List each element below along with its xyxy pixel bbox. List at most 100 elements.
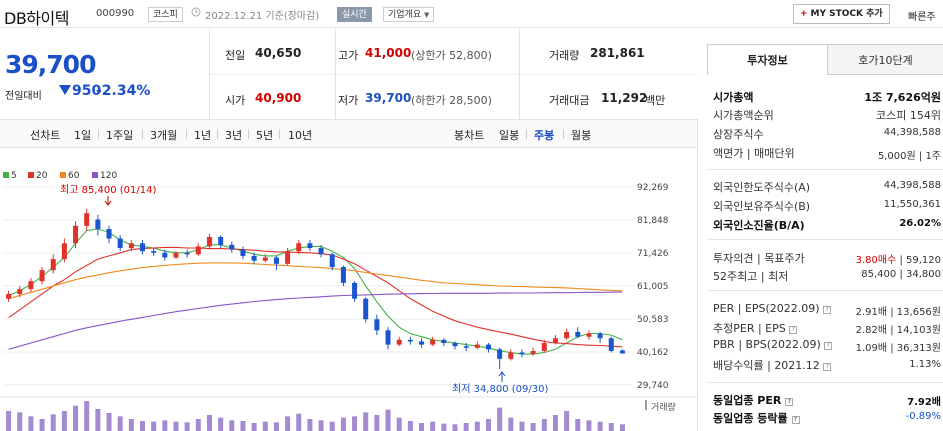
per-value: 2.91배 | 13,656원: [855, 307, 941, 318]
target-label: 목표주가: [764, 252, 805, 265]
volume-bar: [173, 421, 179, 431]
y-tick-label: 81,848: [637, 216, 669, 226]
tab-hoga[interactable]: 호가10단계: [828, 44, 943, 75]
pbr-value-text: 1.09배: [855, 343, 888, 354]
range-1d[interactable]: 1일: [74, 127, 91, 143]
tab-invest-info[interactable]: 투자정보: [707, 44, 828, 75]
candle-body: [262, 257, 268, 261]
divider: [98, 129, 99, 139]
volume-bar: [296, 413, 302, 431]
candle-body: [229, 244, 235, 250]
range-3m[interactable]: 3개월: [150, 127, 177, 143]
candle-body: [541, 343, 547, 351]
ma-line-5: [8, 228, 623, 355]
help-icon[interactable]: ?: [823, 306, 832, 314]
shares-value: 44,398,588: [883, 127, 941, 138]
per-label-text: PER: [713, 302, 735, 315]
candle-body: [195, 246, 201, 255]
price-chart[interactable]: 92,269 81,848 71,426 61,005 50,583 40,162 29,7…: [0, 148, 697, 431]
candle-body: [151, 251, 157, 253]
opinion-value: 3.80매수 | 59,120: [855, 255, 941, 266]
candle-body: [608, 338, 614, 351]
volume-bar: [374, 415, 380, 431]
range-10y[interactable]: 10년: [288, 127, 312, 143]
est-eps-label: EPS: [765, 322, 786, 335]
volume-bar: [519, 421, 525, 431]
volume-bar: [497, 407, 503, 431]
candle-body: [28, 281, 34, 290]
upper-limit: (상한가 52,800): [411, 49, 492, 62]
trade-unit-label: 매매단위: [754, 147, 795, 160]
candle-body: [73, 225, 79, 244]
help-icon[interactable]: ?: [824, 342, 833, 350]
volume-bar: [452, 424, 458, 431]
company-info-dropdown[interactable]: 기업개요 ▼: [383, 7, 435, 22]
volume-bar: [597, 421, 603, 431]
candle-body: [50, 259, 56, 271]
stock-title[interactable]: DB하이텍: [4, 5, 69, 29]
candle-body: [285, 251, 291, 264]
candle-body: [363, 298, 369, 320]
w52-value: 85,400 | 34,800: [861, 269, 941, 280]
candle-body: [564, 331, 570, 339]
volume-bar: [586, 420, 592, 431]
trade-unit-value: 1주: [925, 151, 941, 162]
per-value-text: 2.91배: [855, 307, 888, 318]
rank-value: 코스피 154위: [876, 109, 941, 122]
candle-body: [318, 248, 324, 255]
target-value: 59,120: [906, 255, 941, 266]
candle-body: [106, 229, 112, 239]
opinion-label: 투자의견 | 목표주가: [713, 252, 805, 265]
volume-value: 281,861: [590, 46, 645, 60]
dividend-label: 배당수익률 | 2021.12 ?: [713, 357, 832, 373]
range-5y[interactable]: 5년: [256, 127, 273, 143]
candle-weekly[interactable]: 주봉: [534, 127, 554, 143]
volume-bar: [273, 422, 279, 431]
add-mystock-button[interactable]: + MY STOCK 추가: [793, 4, 890, 24]
volume-label: 거래량: [549, 49, 580, 62]
volume-bar: [564, 411, 570, 431]
range-3y[interactable]: 3년: [225, 127, 242, 143]
candle-body: [396, 339, 402, 345]
volume-bar: [117, 416, 123, 431]
help-icon[interactable]: ?: [789, 326, 798, 334]
candle-body: [452, 343, 458, 347]
prev-change-label: 전일대비: [5, 91, 42, 102]
volume-bar: [17, 412, 23, 431]
volume-bar: [407, 421, 413, 431]
volume-bar: [39, 419, 45, 431]
help-icon[interactable]: ?: [791, 416, 800, 424]
volume-bar: [329, 421, 335, 431]
range-1w[interactable]: 1주일: [106, 127, 133, 143]
company-info-label: 기업개요: [388, 10, 422, 20]
volume-bar: [251, 423, 257, 431]
volume-bar: [508, 417, 514, 431]
line-chart-label: 선차트: [30, 129, 61, 142]
divider: [217, 129, 218, 139]
divider: [707, 382, 943, 383]
y-tick-label: 61,005: [637, 282, 669, 292]
y-tick-label: 92,269: [637, 183, 669, 193]
volume-bar: [128, 419, 134, 431]
foreign-hold-value: 11,550,361: [883, 199, 941, 210]
candle-body: [95, 219, 101, 230]
realtime-button[interactable]: 실시간: [337, 7, 372, 22]
help-icon[interactable]: ?: [823, 363, 832, 371]
help-icon[interactable]: ?: [785, 398, 794, 406]
divider: [279, 129, 280, 139]
volume-bar: [195, 419, 201, 431]
candle-body: [251, 255, 257, 261]
trade-value-unit: 백만: [645, 94, 666, 107]
eps-value: 13,656원: [896, 307, 941, 318]
y-tick-label: 50,583: [637, 315, 669, 325]
range-1y[interactable]: 1년: [194, 127, 211, 143]
volume-bar: [162, 420, 168, 431]
low-value: 39,700: [365, 91, 412, 105]
est-per-label: 추정PER | EPS ?: [713, 320, 798, 336]
candle-monthly[interactable]: 월봉: [571, 127, 591, 143]
volume-bar: [396, 417, 402, 431]
candle-daily[interactable]: 일봉: [499, 127, 519, 143]
low-label: 저가: [338, 94, 359, 107]
quick-order-link[interactable]: 빠른주: [908, 8, 936, 23]
candle-body: [296, 243, 302, 252]
